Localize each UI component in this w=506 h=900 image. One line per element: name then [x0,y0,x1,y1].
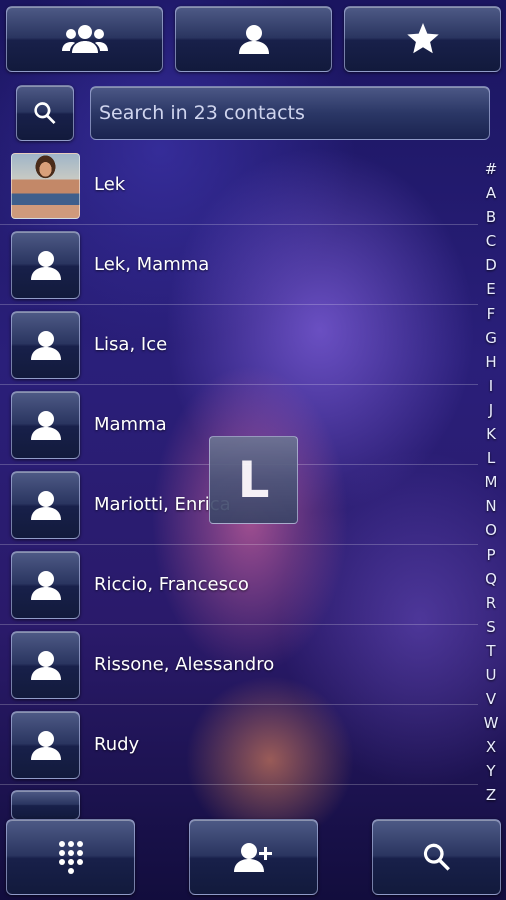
person-icon [30,731,61,760]
contact-avatar [11,551,80,619]
contact-name: Lek, Mamma [94,254,210,275]
index-letter[interactable]: Q [482,567,500,591]
search-icon-button[interactable] [16,85,74,141]
person-icon [30,491,61,520]
contact-avatar [11,311,80,379]
add-contact-button[interactable] [189,819,318,895]
index-letter[interactable]: D [482,253,500,277]
dialpad-button[interactable] [6,819,135,895]
contact-row[interactable]: Riccio, Francesco [0,545,478,625]
index-letter[interactable]: R [482,591,500,615]
person-icon [30,571,61,600]
index-letter[interactable]: S [482,615,500,639]
index-letter[interactable]: K [482,422,500,446]
contact-name: Riccio, Francesco [94,574,249,595]
contact-avatar [11,391,80,459]
index-letter[interactable]: M [482,470,500,494]
contact-name: Rissone, Alessandro [94,654,275,675]
contact-row[interactable]: Rudy [0,705,478,785]
person-icon [238,25,269,54]
group-icon [61,25,108,53]
tab-contacts[interactable] [175,6,332,72]
index-letter[interactable]: F [482,302,500,326]
person-icon [30,251,61,280]
contact-row[interactable]: Lisa, Ice [0,305,478,385]
contact-name: Rudy [94,734,140,755]
index-letter[interactable]: T [482,639,500,663]
index-letter[interactable]: Y [482,759,500,783]
index-letter[interactable]: Z [482,783,500,807]
index-letter[interactable]: N [482,494,500,518]
index-letter[interactable]: J [482,398,500,422]
index-letter[interactable]: E [482,277,500,301]
person-icon [30,411,61,440]
index-letter[interactable]: G [482,326,500,350]
index-letter[interactable]: W [482,711,500,735]
contact-avatar [11,790,80,820]
star-icon [406,23,439,54]
add-contact-icon [233,843,272,872]
search-input[interactable] [97,101,489,125]
contact-avatar [11,711,80,779]
index-letter[interactable]: V [482,687,500,711]
dialpad-icon [58,841,83,874]
contact-name: Mamma [94,414,167,435]
index-letter[interactable]: # [482,157,500,181]
index-letter[interactable]: C [482,229,500,253]
index-letter[interactable]: P [482,543,500,567]
search-icon [423,843,450,871]
contact-photo [11,153,80,219]
search-icon [34,102,56,125]
contact-row[interactable]: Rissone, Alessandro [0,625,478,705]
index-letter[interactable]: O [482,518,500,542]
contact-avatar [11,471,80,539]
search-button[interactable] [372,819,501,895]
contact-name: Lisa, Ice [94,334,168,355]
scroll-letter-overlay: L [209,436,298,524]
index-letter[interactable]: L [482,446,500,470]
contact-row[interactable]: Lek, Mamma [0,225,478,305]
tab-groups[interactable] [6,6,163,72]
contact-name: Lek [94,174,126,195]
contact-row[interactable]: Lek [0,145,478,225]
index-letter[interactable]: X [482,735,500,759]
index-letter[interactable]: H [482,350,500,374]
person-icon [30,651,61,680]
index-letter[interactable]: I [482,374,500,398]
search-field[interactable] [90,86,490,140]
contact-avatar [11,231,80,299]
index-letter[interactable]: U [482,663,500,687]
person-icon [30,331,61,360]
index-letter[interactable]: B [482,205,500,229]
alphabet-index[interactable]: # A B C D E F G H I J K L M N O P Q R S T U V W X Y Z [482,157,500,808]
tab-favorites[interactable] [344,6,501,72]
index-letter[interactable]: A [482,181,500,205]
contact-avatar [11,631,80,699]
